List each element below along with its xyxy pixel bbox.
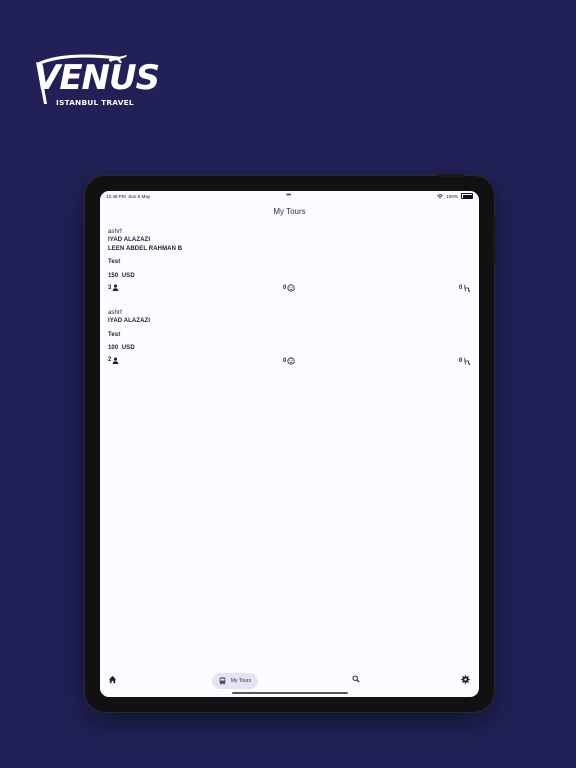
logo-tagline: ISTANBUL TRAVEL — [56, 98, 134, 107]
battery-percent: 100% — [446, 193, 458, 199]
logo-brand-text: VENUS — [34, 58, 160, 98]
bus-icon — [219, 677, 226, 685]
tablet-volume-down — [493, 242, 496, 264]
child-face-icon — [287, 284, 295, 292]
tour-card[interactable]: ashrf IYAD ALAZAZI LEEN ABDEL RAHMAN B T… — [108, 228, 471, 294]
tour-price: 150 USD — [108, 272, 135, 279]
tour-note: Test — [108, 259, 121, 266]
tour-note: Test — [108, 331, 121, 338]
app-screen: 12:46 PM Sun 5 May ••• 100% My Tours ash… — [100, 191, 479, 697]
child-count: 0 — [283, 357, 295, 365]
infant-count: 0 — [459, 357, 471, 365]
person-icon — [113, 284, 119, 292]
tour-card[interactable]: ashrf IYAD ALAZAZI Test 100 USD 2 0 0 — [108, 309, 471, 367]
tour-guest: LEEN ABDEL RAHMAN B — [108, 245, 183, 252]
nav-home-button[interactable] — [108, 675, 117, 684]
status-time: 12:46 PM Sun 5 May — [106, 194, 151, 199]
person-icon — [113, 357, 119, 364]
tour-price: 100 USD — [108, 345, 135, 352]
home-indicator[interactable] — [232, 692, 348, 694]
tour-guide: ashrf — [108, 310, 122, 316]
baby-carriage-icon — [464, 284, 471, 292]
infant-count: 0 — [459, 284, 471, 292]
bottom-nav: My Tours — [100, 667, 479, 697]
tour-guest: IYAD ALAZAZI — [108, 237, 151, 244]
tour-stats: 2 0 0 — [108, 357, 471, 367]
battery-icon — [461, 193, 473, 199]
nav-my-tours-label: My Tours — [230, 678, 252, 684]
tablet-top-button — [438, 174, 464, 177]
brand-logo: VENUS ISTANBUL TRAVEL — [34, 52, 160, 112]
status-bar: 12:46 PM Sun 5 May ••• 100% — [100, 191, 479, 202]
nav-settings-button[interactable] — [461, 675, 470, 684]
tour-guest: IYAD ALAZAZI — [108, 318, 151, 325]
wifi-icon — [437, 193, 444, 198]
people-count: 3 — [108, 284, 119, 292]
child-face-icon — [287, 357, 295, 365]
tour-stats: 3 0 0 — [108, 284, 471, 294]
tablet-frame: 12:46 PM Sun 5 May ••• 100% My Tours ash… — [85, 174, 496, 712]
child-count: 0 — [283, 284, 295, 292]
nav-my-tours-button[interactable]: My Tours — [212, 673, 258, 689]
people-count: 2 — [108, 357, 119, 364]
status-right: 100% — [437, 193, 473, 199]
page-title: My Tours — [273, 207, 306, 216]
multitask-dots-icon[interactable]: ••• — [286, 192, 291, 199]
nav-search-button[interactable] — [352, 675, 360, 683]
tablet-volume-up — [493, 216, 496, 238]
gear-icon — [461, 675, 470, 684]
search-icon — [352, 675, 360, 683]
baby-carriage-icon — [464, 357, 471, 365]
tour-guide: ashrf — [108, 229, 122, 235]
home-icon — [108, 675, 117, 684]
